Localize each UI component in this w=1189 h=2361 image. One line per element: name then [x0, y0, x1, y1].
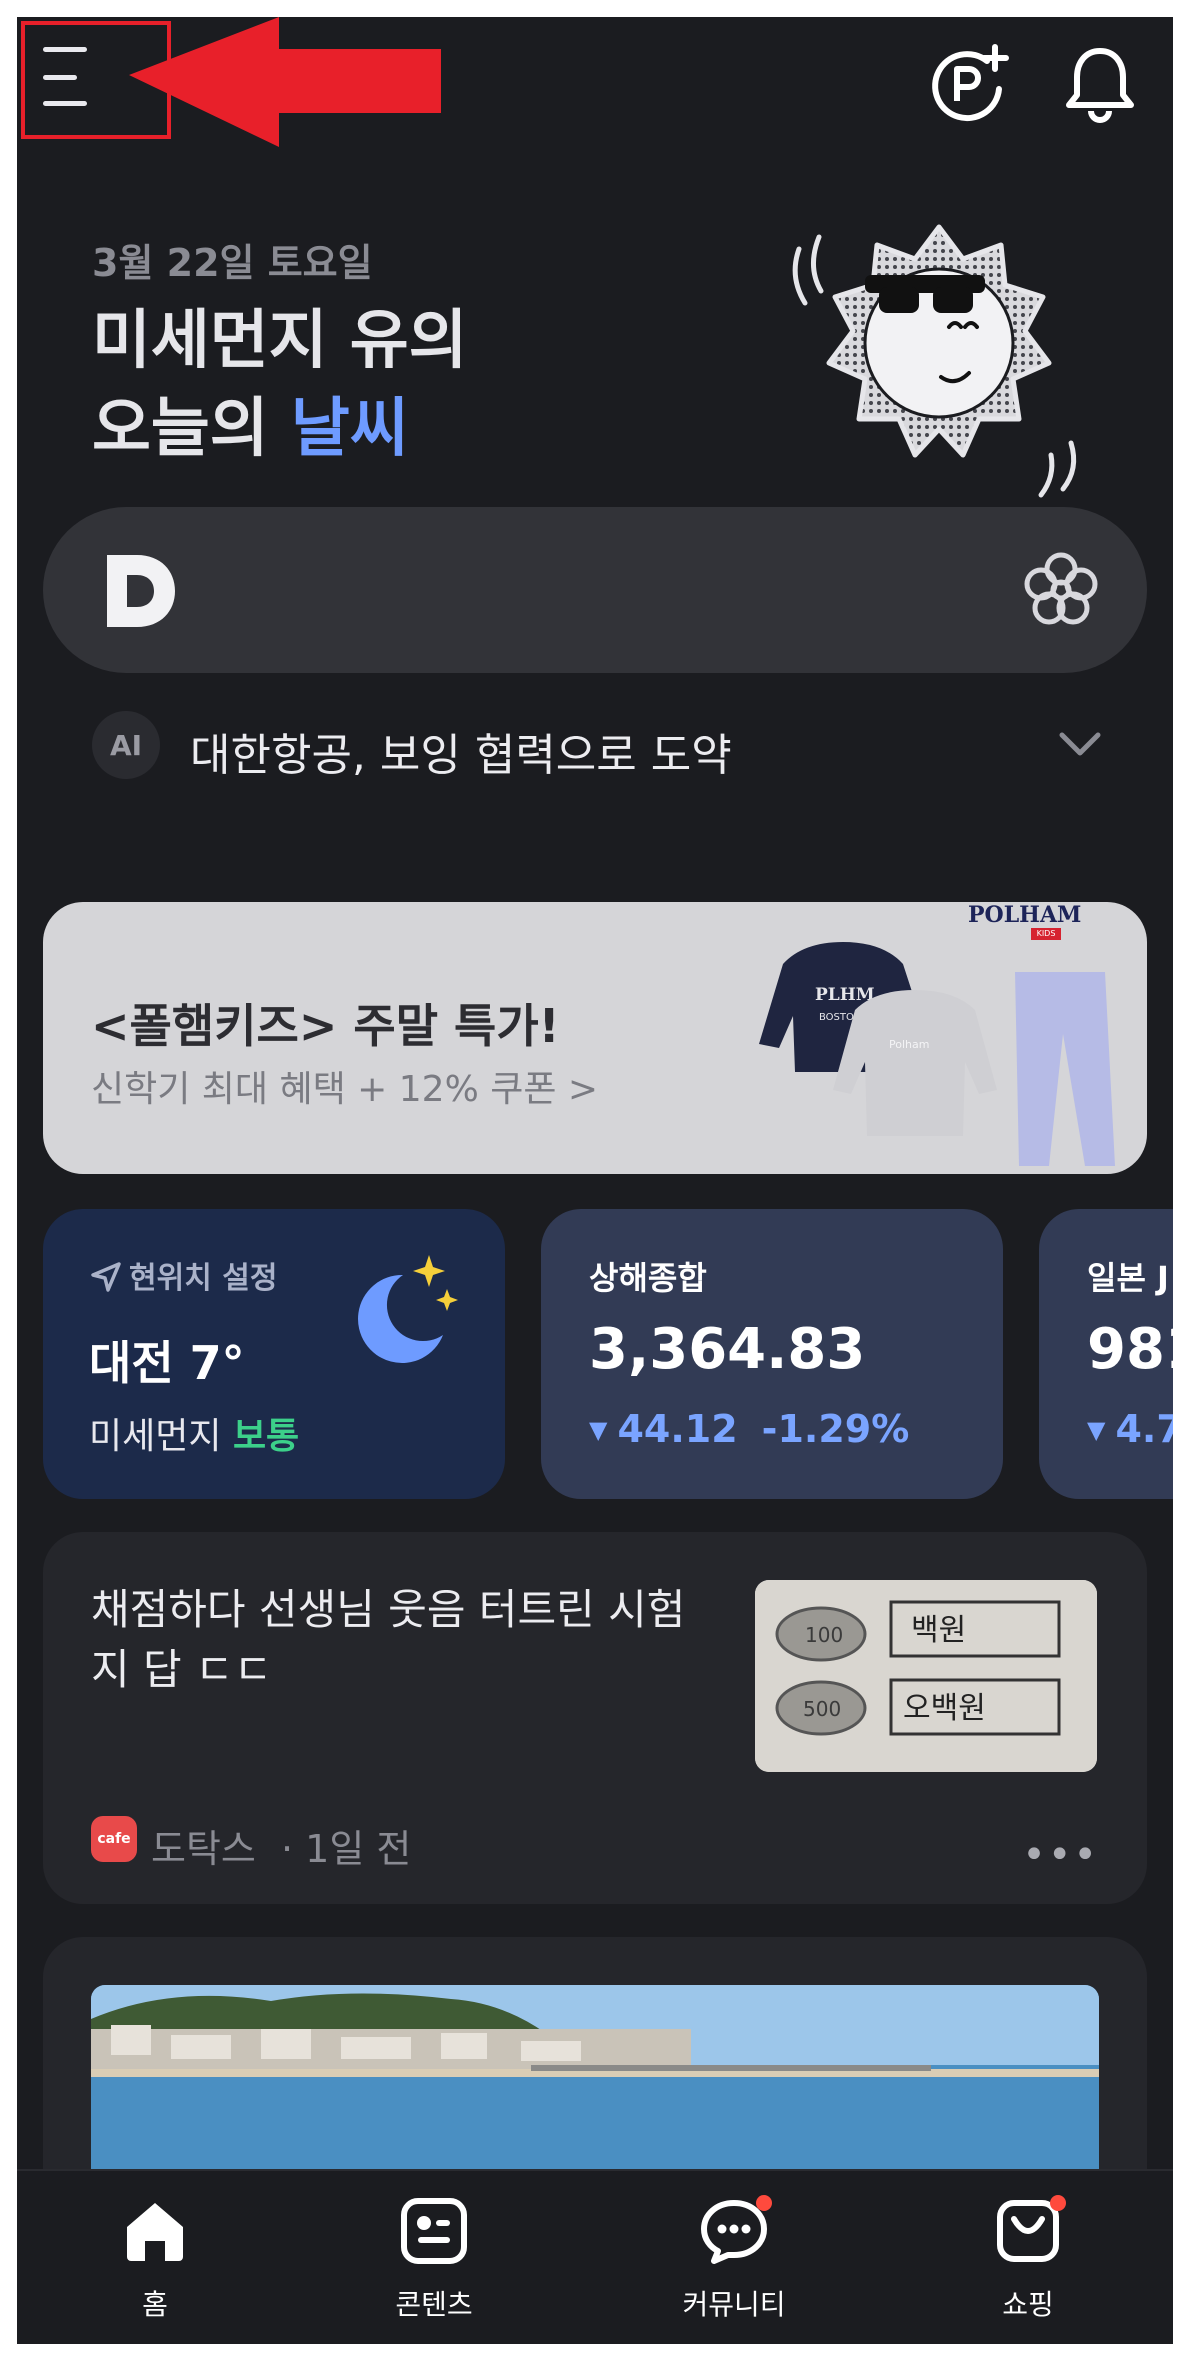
bottom-tab-bar: 홈 콘텐츠 커뮤니티 쇼핑: [17, 2169, 1173, 2344]
location-setting[interactable]: 현위치 설정: [89, 1253, 277, 1297]
more-options-button[interactable]: •••: [1022, 1832, 1099, 1878]
ai-badge: AI: [92, 711, 160, 779]
stock-change-amount: 4.7: [1115, 1407, 1173, 1451]
news-card[interactable]: 채점하다 선생님 웃음 터트린 시험지 답 ㄷㄷ 100 500 백원 오백원 …: [43, 1532, 1147, 1904]
tab-label: 커뮤니티: [682, 2288, 786, 2321]
polham-kids-label: KIDS: [1031, 928, 1061, 940]
top-bar: [17, 17, 1173, 147]
banner-title: <폴햄키즈> 주말 특가!: [91, 999, 560, 1053]
moon-stars-icon: [358, 1255, 458, 1363]
notification-dot: [1050, 2195, 1066, 2211]
tab-label: 쇼핑: [1002, 2288, 1054, 2321]
news-headline[interactable]: 채점하다 선생님 웃음 터트린 시험지 답 ㄷㄷ: [91, 1580, 711, 1700]
location-setting-label: 현위치 설정: [129, 1261, 278, 1296]
flower-icon: [1024, 552, 1098, 625]
notification-button[interactable]: [1055, 39, 1145, 129]
stock-change: ▼ 4.7: [1087, 1407, 1173, 1451]
banner-subtitle: 신학기 최대 혜택 + 12% 쿠폰 >: [91, 1069, 599, 1110]
headline-accent: 날씨: [290, 392, 409, 466]
exam-paper-image: 100 500 백원 오백원: [755, 1580, 1097, 1772]
tab-shopping[interactable]: 쇼핑: [928, 2171, 1128, 2344]
tab-label: 콘텐츠: [395, 2288, 473, 2321]
ai-summary-text: 대한항공, 보잉 협력으로 도약: [190, 730, 732, 781]
chevron-down-icon[interactable]: [1058, 727, 1102, 759]
date-label: 3월 22일 토요일: [92, 241, 373, 285]
point-plus-icon: [932, 44, 1009, 122]
post-time: · 1일 전: [281, 1827, 412, 1871]
headline-line1: 미세먼지 유의: [92, 304, 468, 378]
location-arrow-icon: [91, 1262, 121, 1292]
news-thumbnail[interactable]: 100 500 백원 오백원: [755, 1580, 1097, 1772]
app-screen: 3월 22일 토요일 미세먼지 유의 오늘의 날씨 AI 대한항공, 보잉 협력…: [17, 17, 1173, 2344]
source-name: 도탁스: [151, 1827, 256, 1871]
dust-level: 보통: [232, 1416, 300, 1457]
point-plus-button[interactable]: [923, 39, 1013, 129]
weather-headline: 미세먼지 유의 오늘의 날씨: [92, 297, 468, 473]
headline-prefix: 오늘의: [92, 392, 291, 466]
answer-2: 오백원: [903, 1691, 986, 1726]
notification-dot: [756, 2195, 772, 2211]
stock-value: 981: [1087, 1317, 1173, 1382]
city-temperature: 대전 7°: [89, 1336, 245, 1390]
down-triangle-icon: ▼: [1087, 1416, 1106, 1444]
tab-label: 홈: [142, 2288, 168, 2321]
headline-line2: 오늘의 날씨: [92, 385, 468, 473]
weather-card[interactable]: 현위치 설정 대전 7° 미세먼지 보통: [43, 1209, 505, 1499]
stock-card-japan[interactable]: 일본 J 981 ▼ 4.7: [1039, 1209, 1173, 1499]
search-bar[interactable]: [43, 507, 1147, 673]
red-arrow-annotation: [129, 17, 441, 147]
cafe-badge-icon: cafe: [91, 1816, 137, 1862]
stock-name: 일본 J: [1087, 1259, 1169, 1297]
svg-text:Polham: Polham: [889, 1038, 929, 1051]
down-triangle-icon: ▼: [589, 1416, 608, 1444]
coin-label-1: 100: [805, 1623, 843, 1647]
contents-icon: [401, 2198, 467, 2264]
home-icon: [127, 2203, 183, 2261]
flower-button[interactable]: [1023, 551, 1099, 627]
polham-brand-logo: POLHAM: [968, 902, 1082, 928]
stock-value: 3,364.83: [589, 1317, 866, 1382]
bell-icon: [1066, 48, 1134, 123]
ai-summary-row[interactable]: AI 대한항공, 보잉 협력으로 도약: [92, 707, 1102, 783]
stock-card-shanghai[interactable]: 상해종합 3,364.83 ▼ 44.12 -1.29%: [541, 1209, 1003, 1499]
tab-contents[interactable]: 콘텐츠: [334, 2171, 534, 2344]
stock-name: 상해종합: [589, 1259, 707, 1297]
fine-dust-status: 미세먼지 보통: [89, 1407, 299, 1459]
answer-1: 백원: [911, 1613, 966, 1648]
kids-clothing-image: PLHM BOSTON Polham: [759, 942, 1115, 1166]
daum-logo-icon: [107, 555, 175, 627]
stock-change-amount: 44.12: [617, 1407, 738, 1451]
widget-cards: 현위치 설정 대전 7° 미세먼지 보통 상해종합 3,364.83 ▼ 44.1…: [43, 1209, 1173, 1499]
dust-label: 미세먼지: [89, 1416, 233, 1457]
stock-change: ▼ 44.12 -1.29%: [589, 1407, 909, 1451]
stock-change-percent: -1.29%: [761, 1407, 910, 1451]
coin-label-2: 500: [803, 1697, 841, 1721]
ad-banner[interactable]: <폴햄키즈> 주말 특가! 신학기 최대 혜택 + 12% 쿠폰 > PLHM …: [43, 902, 1147, 1174]
tab-community[interactable]: 커뮤니티: [634, 2171, 834, 2344]
tab-home[interactable]: 홈: [55, 2171, 255, 2344]
sun-mascot-illustration: [792, 224, 1077, 498]
